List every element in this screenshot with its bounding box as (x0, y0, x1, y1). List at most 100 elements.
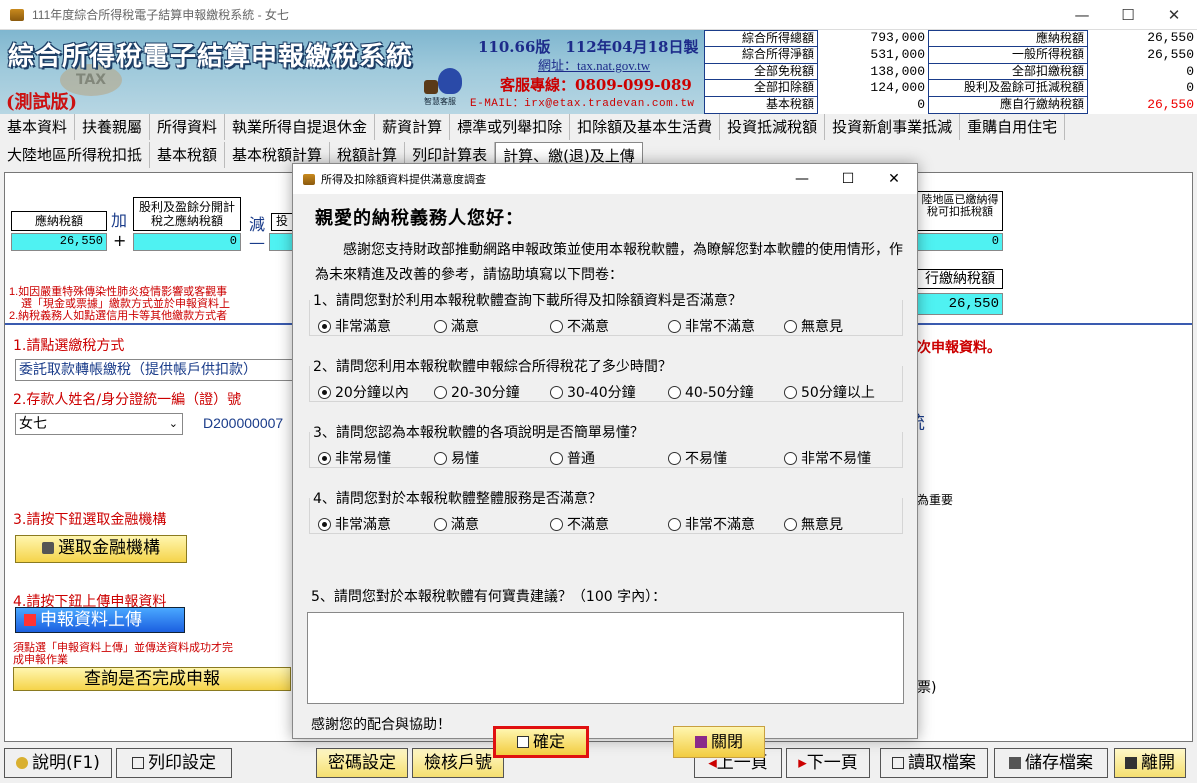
tab-deductions[interactable]: 標準或列舉扣除 (450, 114, 571, 140)
tab-investment-credit[interactable]: 投資抵減稅額 (720, 114, 826, 140)
dialog-close-icon[interactable]: ✕ (871, 164, 917, 194)
pay-method-select[interactable]: 委託取款轉帳繳稅（提供帳戶供扣款） (15, 359, 293, 381)
summary-value: 793,000 (818, 30, 928, 47)
radio-selected-icon (318, 451, 331, 465)
smart-service-mascot[interactable]: 智慧客服 (424, 68, 464, 106)
save-file-button[interactable]: 儲存檔案 (994, 748, 1108, 778)
name-select[interactable]: 女七 ⌄ (15, 413, 183, 435)
maximize-icon[interactable]: ☐ (1105, 0, 1151, 30)
dialog-body: 親愛的納稅義務人您好： 感謝您支持財政部推動網路申報政策並使用本報稅軟體，為瞭解… (293, 194, 917, 758)
step1-label: 1.請點選繳稅方式 (13, 338, 125, 354)
tab-income[interactable]: 所得資料 (150, 114, 226, 140)
payable-tax-value: 26,550 (11, 233, 107, 251)
radio-option[interactable]: 30-40分鐘 (550, 382, 636, 402)
radio-option[interactable]: 無意見 (784, 514, 843, 534)
select-bank-button[interactable]: 選取金融機構 (15, 535, 187, 563)
summary-label: 全部免稅額 (704, 63, 818, 81)
chevron-down-icon: ⌄ (168, 417, 178, 430)
radio-option[interactable]: 不滿意 (550, 514, 609, 534)
question-3: 3、請問您認為本報稅軟體的各項說明是否簡單易懂？ 非常易懂 易懂 普通 不易懂 … (309, 422, 903, 468)
read-file-button[interactable]: 讀取檔案 (880, 748, 988, 778)
tab-mainland[interactable]: 大陸地區所得稅扣抵 (0, 142, 151, 168)
note-2: 2.納稅義務人如點選信用卡等其他繳款方式者 (9, 310, 228, 322)
summary-label: 應自行繳納稅額 (928, 97, 1088, 114)
radio-option[interactable]: 非常不滿意 (668, 316, 755, 336)
radio-option[interactable]: 滿意 (434, 514, 479, 534)
radio-icon (434, 517, 447, 531)
radio-option[interactable]: 非常不易懂 (784, 448, 871, 468)
tab-basic-tax[interactable]: 基本稅額 (150, 142, 226, 168)
radio-icon (434, 385, 447, 399)
summary-label: 全部扣除額 (704, 80, 818, 98)
radio-option[interactable]: 普通 (550, 448, 595, 468)
close-dialog-button[interactable]: 關閉 (673, 726, 765, 758)
password-settings-button[interactable]: 密碼設定 (316, 748, 408, 778)
radio-selected-icon (318, 517, 331, 531)
summary-value: 0 (818, 97, 928, 114)
radio-option[interactable]: 非常滿意 (318, 514, 391, 534)
summary-value: 26,550 (1088, 97, 1197, 114)
verify-account-button[interactable]: 檢核戶號 (412, 748, 504, 778)
options-group: 非常滿意 滿意 不滿意 非常不滿意 無意見 (309, 300, 903, 336)
window-title: 111年度綜合所得稅電子結算申報繳稅系統 - 女七 (32, 8, 289, 22)
radio-icon (668, 517, 681, 531)
summary-value: 138,000 (818, 63, 928, 81)
step2-label: 2.存款人姓名/身分證統一編（證）號 (13, 392, 242, 408)
dialog-maximize-icon[interactable]: ☐ (825, 164, 871, 194)
print-settings-button[interactable]: 列印設定 (116, 748, 232, 778)
radio-option[interactable]: 滿意 (434, 316, 479, 336)
header-banner: TAX 綜合所得稅電子結算申報繳稅系統 (測試版) 110.66版 112年04… (0, 30, 704, 114)
radio-icon (550, 385, 563, 399)
radio-option[interactable]: 無意見 (784, 316, 843, 336)
radio-option[interactable]: 非常易懂 (318, 448, 391, 468)
radio-option[interactable]: 20-30分鐘 (434, 382, 520, 402)
radio-option[interactable]: 非常滿意 (318, 316, 391, 336)
tab-salary-calc[interactable]: 薪資計算 (375, 114, 451, 140)
query-completion-button[interactable]: 查詢是否完成申報 (13, 667, 291, 691)
printer-icon (132, 757, 144, 769)
dividend-tax-label: 股利及盈餘分開計稅之應納稅額 (133, 197, 241, 231)
tab-startup-credit[interactable]: 投資新創事業抵減 (825, 114, 961, 140)
minimize-icon[interactable]: — (1059, 0, 1105, 30)
summary-value: 124,000 (818, 80, 928, 98)
tab-dependents[interactable]: 扶養親屬 (75, 114, 151, 140)
file-icon (892, 757, 904, 769)
radio-option[interactable]: 40-50分鐘 (668, 382, 754, 402)
website-link[interactable]: 網址：tax.nat.gov.tw (538, 58, 650, 73)
exit-button[interactable]: 離開 (1114, 748, 1186, 778)
help-button[interactable]: 說明(F1) (4, 748, 112, 778)
summary-label: 全部扣繳稅額 (928, 63, 1088, 81)
self-pay-value: 26,550 (917, 293, 1003, 315)
suggestion-textarea[interactable] (307, 612, 904, 704)
radio-option[interactable]: 不易懂 (668, 448, 727, 468)
right-important-text: 為重要 (917, 493, 954, 507)
save-icon (1009, 757, 1021, 769)
radio-option[interactable]: 不滿意 (550, 316, 609, 336)
radio-option[interactable]: 易懂 (434, 448, 479, 468)
options-group: 20分鐘以內 20-30分鐘 30-40分鐘 40-50分鐘 50分鐘以上 (309, 366, 903, 402)
tab-basic-info[interactable]: 基本資料 (0, 114, 76, 140)
dialog-minimize-icon[interactable]: — (779, 164, 825, 194)
minus-sign: — (249, 233, 265, 252)
next-page-button[interactable]: ▸下一頁 (786, 748, 870, 778)
tab-pension[interactable]: 執業所得自提退休金 (225, 114, 376, 140)
radio-icon (550, 451, 563, 465)
dividend-tax-value: 0 (133, 233, 241, 251)
email-label: E-MAIL：irx@etax.tradevan.com.tw (470, 98, 695, 110)
confirm-button[interactable]: 確定 (493, 726, 589, 758)
right-ticket-text: 票) (917, 680, 937, 696)
radio-icon (668, 319, 681, 333)
close-icon[interactable]: ✕ (1151, 0, 1197, 30)
note-3b: 成申報作業 (13, 654, 68, 666)
upload-button[interactable]: 申報資料上傳 (15, 607, 185, 633)
radio-icon (550, 517, 563, 531)
options-group: 非常易懂 易懂 普通 不易懂 非常不易懂 (309, 432, 903, 468)
arrow-right-icon: ▸ (798, 753, 807, 773)
radio-option[interactable]: 20分鐘以內 (318, 382, 409, 402)
radio-option[interactable]: 50分鐘以上 (784, 382, 875, 402)
id-number: D200000007 (203, 415, 284, 431)
tab-basic-living[interactable]: 扣除額及基本生活費 (570, 114, 721, 140)
summary-label: 股利及盈餘可抵減稅額 (928, 80, 1088, 98)
tab-house-rebuy[interactable]: 重購自用住宅 (960, 114, 1066, 140)
radio-option[interactable]: 非常不滿意 (668, 514, 755, 534)
